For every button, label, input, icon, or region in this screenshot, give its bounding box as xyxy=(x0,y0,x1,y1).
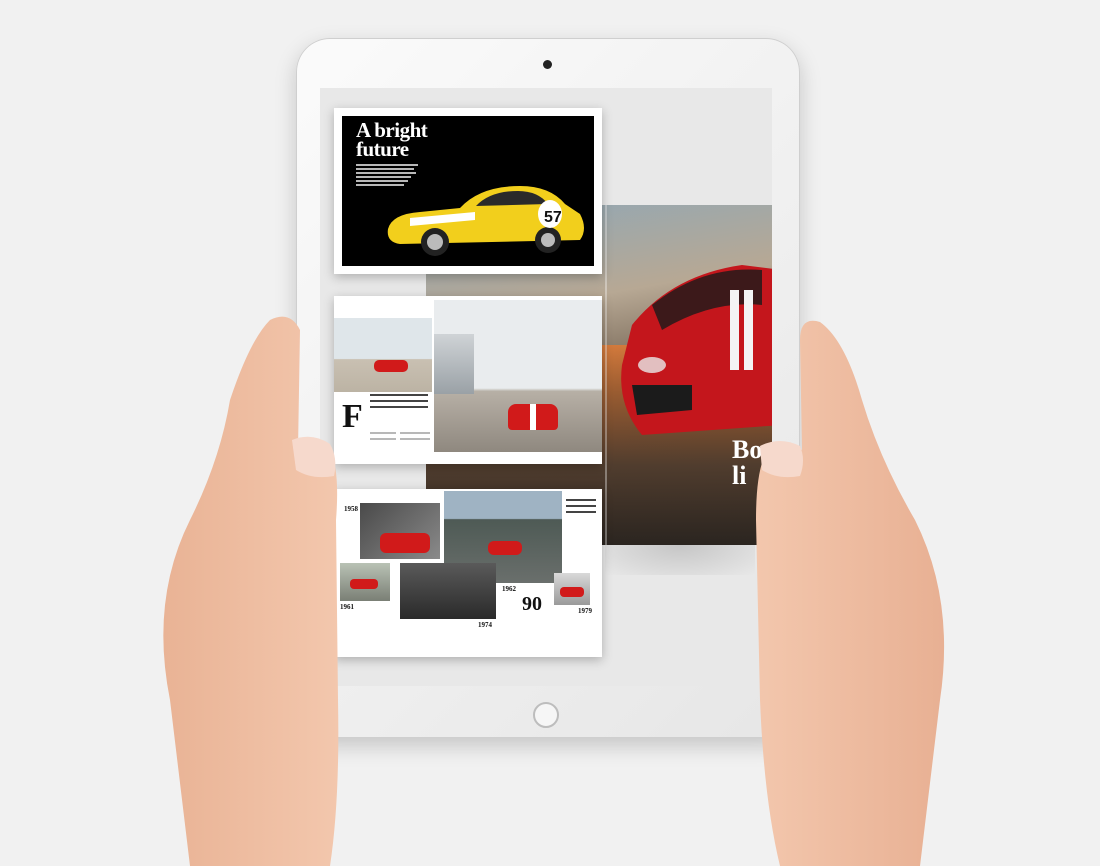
right-hand xyxy=(756,320,945,866)
